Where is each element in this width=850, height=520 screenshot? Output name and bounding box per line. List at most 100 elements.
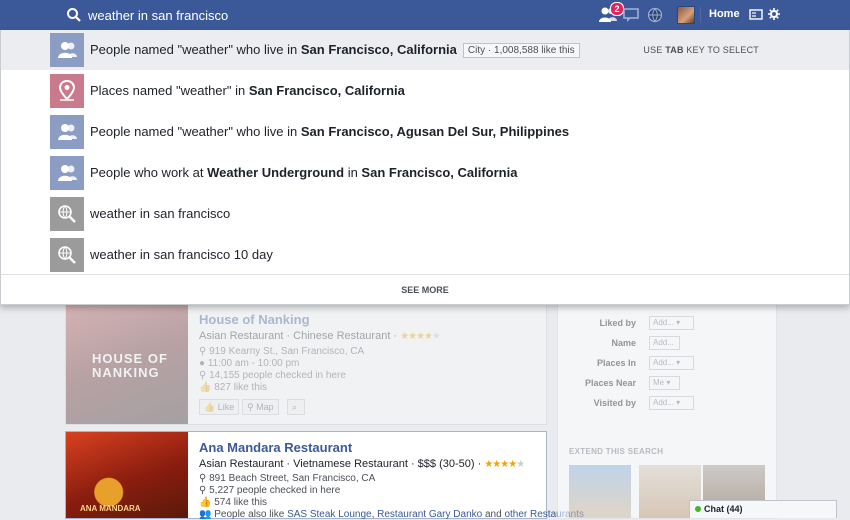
thumbnail-text: ANA MANDARA [80, 504, 141, 513]
people-icon [50, 115, 84, 149]
tab-hint-prefix: USE [643, 45, 666, 55]
hours-text: 11:00 am - 10:00 pm [207, 358, 300, 369]
suggestion-row[interactable]: People named "weather" who live in San F… [1, 112, 849, 152]
suggestion-location: San Francisco, California [300, 42, 457, 57]
result-thumbnail[interactable]: HOUSE OF NANKING [66, 304, 188, 424]
filter-input[interactable]: Me ▾ [649, 376, 680, 390]
also-like-prefix: People also like [214, 509, 288, 520]
search-results: HOUSE OF NANKING House of Nanking Asian … [60, 304, 584, 520]
search-input[interactable] [88, 4, 568, 26]
chevron-down-icon: ▾ [676, 358, 681, 367]
filter-label: Places Near [584, 378, 636, 388]
suggestion-prefix: People who work at [90, 165, 208, 180]
like-button[interactable]: 👍 Like [199, 399, 240, 415]
result-address: ⚲ 891 Beach Street, San Francisco, CA [199, 473, 376, 484]
suggestion-row[interactable]: People named "weather" who live in San F… [1, 30, 849, 70]
suggestion-prefix: Places named "weather" in [90, 83, 249, 98]
chat-bar[interactable]: Chat (44) [689, 500, 837, 518]
result-card[interactable]: ANA MANDARA Ana Mandara Restaurant Asian… [65, 431, 584, 520]
extend-search-title: EXTEND THIS SEARCH [569, 447, 664, 456]
search-nearby-button[interactable]: ⌕ [287, 399, 305, 415]
place-pin-icon [50, 74, 84, 108]
result-title[interactable]: House of Nanking [199, 312, 310, 327]
result-also-like: 👥 People also like SAS Steak Lounge, Res… [199, 509, 584, 520]
city-pill: City · 1,008,588 like this [462, 43, 580, 58]
categories-text: Asian Restaurant · Chinese Restaurant · [199, 330, 401, 342]
online-status-icon [695, 506, 701, 512]
result-hours: ● 11:00 am - 10:00 pm [199, 358, 300, 369]
suggestion-employer: Weather Underground [207, 165, 345, 180]
web-search-icon [50, 197, 84, 231]
top-bar: 2 Home [0, 0, 850, 31]
suggestion-prefix: People named "weather" who live in [90, 42, 301, 57]
result-categories: Asian Restaurant · Chinese Restaurant · … [199, 330, 441, 342]
suggestion-text: People named "weather" who live in San F… [90, 124, 569, 139]
messages-icon[interactable] [622, 5, 642, 25]
checkins-text: 14,155 people checked in here [209, 370, 346, 381]
filter-value: Add... [653, 358, 674, 367]
people-icon [50, 33, 84, 67]
result-address: ⚲ 919 Kearny St., San Francisco, CA [199, 346, 365, 357]
rating-stars: ★★★★★ [484, 459, 525, 470]
filter-input[interactable]: Add... ▾ [649, 356, 694, 370]
search-icon [67, 8, 81, 22]
also-like-link[interactable]: SAS Steak Lounge [287, 509, 372, 520]
filter-label: Name [611, 338, 636, 348]
privacy-shortcuts-icon[interactable] [748, 6, 764, 22]
suggestion-location: San Francisco, Agusan Del Sur, Philippin… [300, 124, 570, 139]
suggestion-row[interactable]: weather in san francisco [1, 194, 849, 234]
chevron-down-icon: ▾ [676, 398, 681, 407]
suggestion-text: weather in san francisco [90, 206, 231, 221]
see-more-button[interactable]: SEE MORE [1, 274, 849, 305]
avatar[interactable] [677, 6, 695, 24]
map-button[interactable]: ⚲ Map [242, 399, 279, 415]
filter-label: Places In [596, 358, 636, 368]
web-search-icon [50, 238, 84, 272]
tab-hint-suffix: KEY TO SELECT [683, 45, 759, 55]
search-box[interactable] [0, 0, 580, 30]
likes-text: 827 like this [214, 382, 268, 393]
result-thumbnail[interactable]: ANA MANDARA [66, 432, 188, 518]
search-icon: ⌕ [292, 402, 298, 412]
typeahead-dropdown: People named "weather" who live in San F… [0, 30, 850, 305]
suggestion-row[interactable]: Places named "weather" in San Francisco,… [1, 71, 849, 111]
suggestion-location: San Francisco, California [361, 165, 518, 180]
chat-label: Chat [704, 504, 724, 514]
notifications-globe-icon[interactable] [645, 5, 665, 25]
home-link[interactable]: Home [709, 8, 740, 20]
filter-input[interactable]: Add... ▾ [649, 396, 694, 410]
filter-value: Add... [653, 318, 674, 327]
filter-value: Add... [653, 338, 674, 347]
thumbnail-text: HOUSE OF NANKING [92, 351, 168, 380]
result-checkins: ⚲ 5,227 people checked in here [199, 485, 341, 496]
also-like-link[interactable]: Restaurant Gary Danko [377, 509, 482, 520]
suggestion-prefix: People named "weather" who live in [90, 124, 301, 139]
also-like-and: and [482, 509, 505, 520]
suggestion-row[interactable]: weather in san francisco 10 day [1, 235, 849, 275]
filter-panel: Liked by Add... ▾ Name Add... Places In … [557, 304, 777, 519]
filter-label: Visited by [593, 398, 636, 408]
photo-thumbnail[interactable] [569, 465, 631, 518]
suggestion-connector: in [344, 165, 362, 180]
address-text: 919 Kearny St., San Francisco, CA [209, 346, 365, 357]
suggestion-text: Places named "weather" in San Francisco,… [90, 83, 405, 98]
chevron-down-icon: ▾ [666, 378, 671, 387]
chat-count: (44) [726, 504, 743, 514]
tab-hint: USE TAB KEY TO SELECT [643, 45, 759, 55]
gear-icon[interactable] [767, 7, 781, 21]
filter-value: Add... [653, 398, 674, 407]
result-categories: Asian Restaurant · Vietnamese Restaurant… [199, 458, 525, 470]
suggestion-location: San Francisco, California [248, 83, 405, 98]
result-title[interactable]: Ana Mandara Restaurant [199, 440, 352, 455]
result-checkins: ⚲ 14,155 people checked in here [199, 370, 346, 381]
chevron-down-icon: ▾ [676, 318, 681, 327]
result-likes: 👍 574 like this [199, 497, 268, 508]
suggestion-row[interactable]: People who work at Weather Underground i… [1, 153, 849, 193]
tab-hint-key: TAB [665, 45, 684, 55]
filter-input[interactable]: Add... ▾ [649, 316, 694, 330]
divider [700, 7, 701, 23]
rating-stars: ★★★★★ [400, 331, 441, 342]
filter-input[interactable]: Add... [649, 336, 680, 350]
likes-text: 574 like this [214, 497, 268, 508]
result-card[interactable]: HOUSE OF NANKING House of Nanking Asian … [65, 304, 547, 425]
